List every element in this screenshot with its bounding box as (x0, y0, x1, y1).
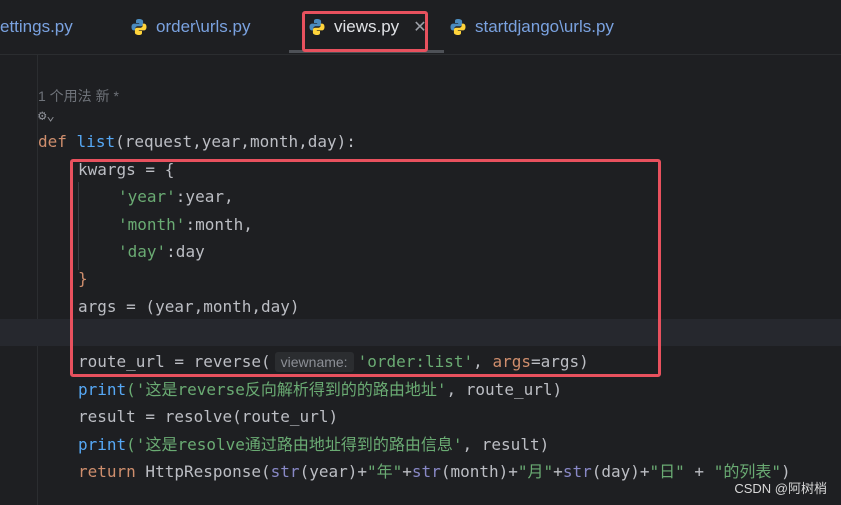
code-line-resolve: result = resolve(route_url) (78, 407, 339, 426)
python-file-icon (450, 19, 466, 35)
tab-settings[interactable]: ettings.py (0, 0, 73, 54)
code-vision-icon[interactable]: ⚙⌄ (38, 108, 55, 124)
tab-label: ettings.py (0, 17, 73, 36)
tab-label: startdjango\urls.py (475, 17, 614, 36)
watermark: CSDN @阿树梢 (734, 481, 827, 496)
tab-highlight-annotation (302, 11, 428, 52)
code-highlight-annotation (70, 159, 661, 377)
tab-order-urls[interactable]: order\urls.py (130, 0, 250, 54)
code-line-print1: print('这是reverse反向解析得到的的路由地址', route_url… (78, 380, 563, 399)
python-file-icon (131, 19, 147, 35)
code-line-return: return HttpResponse(str(year)+"年"+str(mo… (78, 462, 791, 481)
tab-startdjango-urls[interactable]: startdjango\urls.py (449, 0, 614, 54)
code-line-def: def list(request,year,month,day): (38, 132, 356, 151)
tab-label: order\urls.py (156, 17, 251, 36)
usage-inlay-hint[interactable]: 1 个用法 新 * (38, 86, 119, 106)
code-line-print2: print('这是resolve通过路由地址得到的路由信息', result) (78, 435, 550, 454)
